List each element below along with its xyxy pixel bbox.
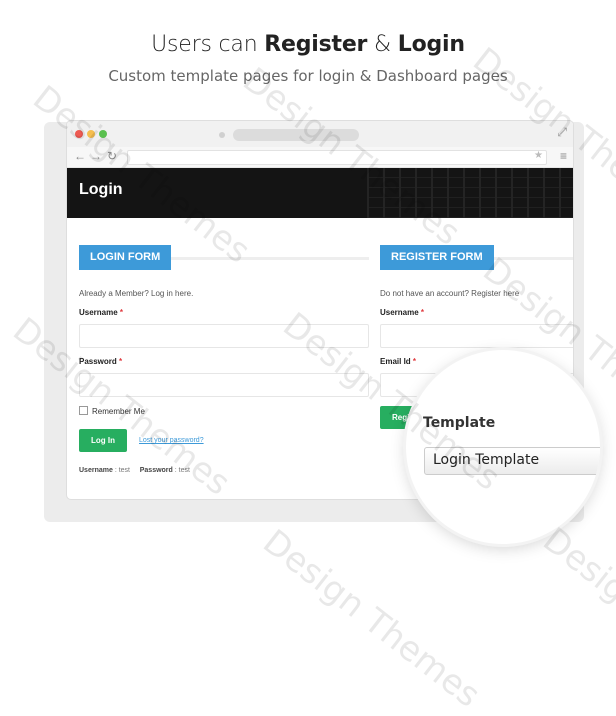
watermark: Design Themes bbox=[535, 520, 616, 714]
register-username-label: Username * bbox=[380, 308, 424, 317]
remember-me-label: Remember Me bbox=[92, 407, 145, 416]
expand-icon[interactable]: ⤢ bbox=[557, 125, 567, 140]
required-mark: * bbox=[119, 308, 124, 317]
login-form-tag: LOGIN FORM bbox=[79, 245, 172, 270]
creds-password-value: : test bbox=[174, 467, 190, 474]
maximize-window-button[interactable] bbox=[99, 130, 107, 138]
username-label: Username * bbox=[79, 308, 123, 317]
reload-icon[interactable]: ↻ bbox=[107, 149, 117, 163]
subheadline: Custom template pages for login & Dashbo… bbox=[108, 67, 508, 85]
login-form: LOGIN FORM Already a Member? Log in here… bbox=[79, 245, 369, 474]
headline-login: Login bbox=[397, 32, 465, 57]
close-window-button[interactable] bbox=[75, 130, 83, 138]
page-title: Login bbox=[79, 181, 123, 198]
password-label-text: Password bbox=[79, 357, 117, 366]
register-intro: Do not have an account? Register here bbox=[380, 289, 520, 298]
headline: Users can Register & Login bbox=[0, 32, 616, 57]
creds-password-label: Password bbox=[139, 467, 173, 474]
register-form-tag: REGISTER FORM bbox=[380, 245, 494, 270]
remember-me[interactable]: Remember Me bbox=[79, 406, 145, 416]
browser-tab[interactable] bbox=[233, 129, 359, 141]
page-hero: Login bbox=[67, 168, 573, 218]
login-password-input[interactable] bbox=[79, 373, 369, 397]
demo-credentials: Username : test Password : test bbox=[79, 467, 190, 474]
headline-amp: & bbox=[367, 32, 398, 57]
template-select[interactable]: Login Template bbox=[424, 447, 600, 475]
headline-register: Register bbox=[264, 32, 368, 57]
minimize-window-button[interactable] bbox=[87, 130, 95, 138]
username-label-text: Username bbox=[79, 308, 118, 317]
remember-me-checkbox[interactable] bbox=[79, 406, 88, 415]
email-label-text: Email Id bbox=[380, 357, 411, 366]
headline-prefix: Users can bbox=[151, 32, 265, 57]
email-label: Email Id * bbox=[380, 357, 416, 366]
browser-titlebar: ⤢ bbox=[67, 121, 573, 147]
login-form-header: LOGIN FORM bbox=[79, 245, 369, 270]
register-username-label-text: Username bbox=[380, 308, 419, 317]
login-intro: Already a Member? Log in here. bbox=[79, 289, 194, 298]
browser-navbar: ← → ↻ ★ ≡ bbox=[67, 147, 573, 168]
menu-icon[interactable]: ≡ bbox=[560, 149, 567, 163]
register-username-input[interactable] bbox=[380, 324, 573, 348]
bookmark-star-icon[interactable]: ★ bbox=[534, 150, 543, 161]
lost-password-link[interactable]: Lost your password? bbox=[139, 437, 204, 444]
hero-building-image bbox=[367, 168, 573, 218]
login-button[interactable]: Log In bbox=[79, 429, 127, 452]
register-form-header: REGISTER FORM bbox=[380, 245, 573, 270]
required-mark: * bbox=[420, 308, 425, 317]
register-form: REGISTER FORM Do not have an account? Re… bbox=[380, 245, 573, 429]
back-arrow-icon[interactable]: ← bbox=[74, 149, 86, 163]
magnifier-callout: Template Login Template bbox=[406, 350, 600, 544]
required-mark: * bbox=[412, 357, 417, 366]
template-label: Template bbox=[423, 415, 496, 431]
login-username-input[interactable] bbox=[79, 324, 369, 348]
creds-username-label: Username bbox=[79, 467, 113, 474]
password-label: Password * bbox=[79, 357, 122, 366]
forward-arrow-icon[interactable]: → bbox=[90, 149, 102, 163]
creds-username-value: : test bbox=[114, 467, 130, 474]
required-mark: * bbox=[119, 357, 123, 366]
tab-indicator bbox=[219, 132, 225, 138]
address-bar[interactable]: ★ bbox=[127, 150, 547, 165]
template-select-value: Login Template bbox=[433, 452, 540, 468]
watermark: Design Themes bbox=[255, 522, 488, 716]
